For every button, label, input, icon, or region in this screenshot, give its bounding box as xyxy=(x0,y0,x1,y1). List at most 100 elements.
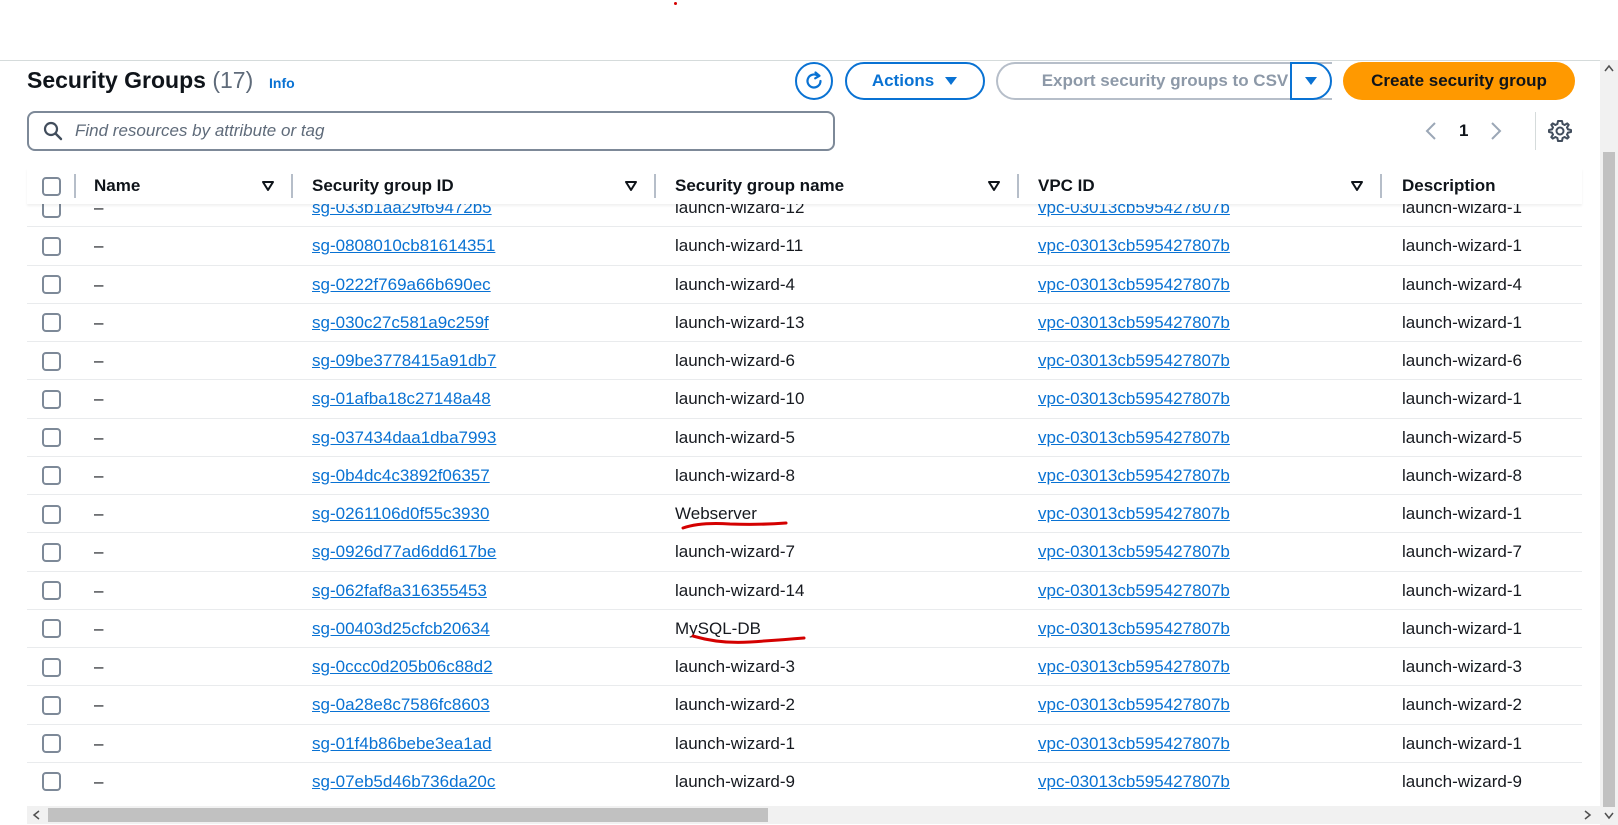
cell-vpc-id-link[interactable]: vpc-03013cb595427807b xyxy=(1038,380,1230,418)
cell-vpc-id-link[interactable]: vpc-03013cb595427807b xyxy=(1038,204,1230,227)
row-checkbox[interactable] xyxy=(42,236,61,256)
table-row[interactable]: – sg-01f4b86bebe3ea1ad launch-wizard-1 vpc-… xyxy=(27,725,1582,763)
cell-sg-id-link[interactable]: sg-01afba18c27148a48 xyxy=(312,380,491,418)
row-checkbox[interactable] xyxy=(42,389,61,409)
column-separator[interactable] xyxy=(654,174,656,198)
cell-description: launch-wizard-5 xyxy=(1402,427,1522,447)
cell-vpc-id-link[interactable]: vpc-03013cb595427807b xyxy=(1038,725,1230,763)
row-checkbox[interactable] xyxy=(42,428,61,447)
table-row[interactable]: – sg-0926d77ad6dd617be launch-wizard-7 vpc-… xyxy=(27,533,1582,572)
row-checkbox[interactable] xyxy=(42,351,61,371)
cell-sg-id-link[interactable]: sg-033b1aa29f69472b5 xyxy=(312,204,492,227)
table-row[interactable]: – sg-062faf8a316355453 launch-wizard-14 vpc… xyxy=(27,572,1582,610)
table-row[interactable]: – sg-00403d25cfcb20634 MySQL-DB vpc-03013cb… xyxy=(27,610,1582,648)
row-checkbox[interactable] xyxy=(42,581,61,600)
column-separator[interactable] xyxy=(291,174,293,198)
table-row[interactable]: – sg-0222f769a66b690ec launch-wizard-4 vpc-… xyxy=(27,266,1582,304)
column-separator[interactable] xyxy=(1380,174,1382,198)
create-security-group-button[interactable]: Create security group xyxy=(1343,62,1575,100)
cell-sg-id-link[interactable]: sg-01f4b86bebe3ea1ad xyxy=(312,725,492,763)
cell-vpc-id-link[interactable]: vpc-03013cb595427807b xyxy=(1038,495,1230,533)
cell-sg-id-link[interactable]: sg-0261106d0f55c3930 xyxy=(312,495,489,533)
cell-vpc-id-link[interactable]: vpc-03013cb595427807b xyxy=(1038,419,1230,457)
cell-sg-id-link[interactable]: sg-030c27c581a9c259f xyxy=(312,304,489,342)
table-row[interactable]: – sg-07eb5d46b736da20c launch-wizard-9 vpc-… xyxy=(27,763,1582,800)
scroll-left-icon[interactable] xyxy=(32,810,40,820)
cell-sg-id-link[interactable]: sg-0ccc0d205b06c88d2 xyxy=(312,648,493,686)
table-row[interactable]: – sg-0a28e8c7586fc8603 launch-wizard-2 vpc-… xyxy=(27,686,1582,725)
cell-vpc-id-link[interactable]: vpc-03013cb595427807b xyxy=(1038,686,1230,724)
cell-sg-id-link[interactable]: sg-0926d77ad6dd617be xyxy=(312,533,496,571)
cell-vpc-id-link[interactable]: vpc-03013cb595427807b xyxy=(1038,533,1230,571)
info-link[interactable]: Info xyxy=(269,75,295,91)
row-checkbox[interactable] xyxy=(42,734,61,753)
actions-button[interactable]: Actions xyxy=(845,62,985,100)
cell-sg-id-link[interactable]: sg-037434daa1dba7993 xyxy=(312,419,496,457)
cell-vpc-id-link[interactable]: vpc-03013cb595427807b xyxy=(1038,572,1230,610)
current-page[interactable]: 1 xyxy=(1459,121,1468,141)
cell-sg-id-link[interactable]: sg-07eb5d46b736da20c xyxy=(312,763,495,800)
vertical-scrollbar-thumb[interactable] xyxy=(1603,152,1615,807)
table-row[interactable]: – sg-033b1aa29f69472b5 launch-wizard-12 vpc… xyxy=(27,204,1582,228)
column-header-sg-id[interactable]: Security group ID xyxy=(312,168,454,204)
cell-name: – xyxy=(94,204,104,217)
export-csv-button[interactable]: Export security groups to CSV xyxy=(996,62,1332,100)
horizontal-scrollbar-thumb[interactable] xyxy=(48,808,768,822)
row-checkbox[interactable] xyxy=(42,504,61,524)
cell-sg-id-link[interactable]: sg-0808010cb81614351 xyxy=(312,227,495,265)
column-header-vpc-id[interactable]: VPC ID xyxy=(1038,168,1095,204)
table-row[interactable]: – sg-030c27c581a9c259f launch-wizard-13 vpc… xyxy=(27,304,1582,342)
sort-icon[interactable] xyxy=(1350,179,1364,193)
row-checkbox[interactable] xyxy=(42,275,61,294)
cell-sg-id-link[interactable]: sg-09be3778415a91db7 xyxy=(312,342,496,380)
row-checkbox[interactable] xyxy=(42,313,61,333)
cell-vpc-id-link[interactable]: vpc-03013cb595427807b xyxy=(1038,342,1230,380)
table-row[interactable]: – sg-0ccc0d205b06c88d2 launch-wizard-3 vpc-… xyxy=(27,648,1582,687)
cell-vpc-id-link[interactable]: vpc-03013cb595427807b xyxy=(1038,763,1230,800)
row-checkbox[interactable] xyxy=(42,204,61,218)
select-all-checkbox[interactable] xyxy=(42,176,61,196)
table-rows: – sg-033b1aa29f69472b5 launch-wizard-12 vpc… xyxy=(27,204,1582,800)
table-row[interactable]: – sg-037434daa1dba7993 launch-wizard-5 vpc-… xyxy=(27,419,1582,457)
row-checkbox[interactable] xyxy=(42,695,61,715)
row-checkbox[interactable] xyxy=(42,772,61,792)
chevron-right-icon[interactable] xyxy=(1490,121,1502,141)
cell-sg-id-link[interactable]: sg-00403d25cfcb20634 xyxy=(312,610,490,648)
sort-icon[interactable] xyxy=(624,179,638,193)
column-header-sg-name[interactable]: Security group name xyxy=(675,168,844,204)
cell-vpc-id-link[interactable]: vpc-03013cb595427807b xyxy=(1038,610,1230,648)
row-checkbox[interactable] xyxy=(42,657,61,677)
cell-vpc-id-link[interactable]: vpc-03013cb595427807b xyxy=(1038,227,1230,265)
cell-sg-id-link[interactable]: sg-0a28e8c7586fc8603 xyxy=(312,686,490,724)
cell-vpc-id-link[interactable]: vpc-03013cb595427807b xyxy=(1038,457,1230,495)
cell-vpc-id-link[interactable]: vpc-03013cb595427807b xyxy=(1038,266,1230,304)
cell-sg-id-link[interactable]: sg-0b4dc4c3892f06357 xyxy=(312,457,490,495)
scroll-up-icon[interactable] xyxy=(1604,64,1614,72)
table-row[interactable]: – sg-0261106d0f55c3930 Webserver vpc-03013c… xyxy=(27,495,1582,534)
table-row[interactable]: – sg-09be3778415a91db7 launch-wizard-6 vpc-… xyxy=(27,342,1582,381)
table-row[interactable]: – sg-0808010cb81614351 launch-wizard-11 vpc… xyxy=(27,227,1582,266)
table-row[interactable]: – sg-0b4dc4c3892f06357 launch-wizard-8 vpc-… xyxy=(27,457,1582,495)
row-checkbox[interactable] xyxy=(42,542,61,562)
cell-vpc-id-link[interactable]: vpc-03013cb595427807b xyxy=(1038,648,1230,686)
column-header-description[interactable]: Description xyxy=(1402,168,1496,204)
refresh-button[interactable] xyxy=(795,62,833,100)
gear-icon[interactable] xyxy=(1547,118,1573,144)
sort-icon[interactable] xyxy=(987,179,1001,193)
cell-sg-id-link[interactable]: sg-0222f769a66b690ec xyxy=(312,266,491,304)
cell-sg-id-link[interactable]: sg-062faf8a316355453 xyxy=(312,572,487,610)
sort-icon[interactable] xyxy=(261,179,275,193)
row-checkbox[interactable] xyxy=(42,466,61,486)
column-separator[interactable] xyxy=(74,174,76,198)
table-row[interactable]: – sg-01afba18c27148a48 launch-wizard-10 vpc… xyxy=(27,380,1582,419)
column-separator[interactable] xyxy=(1017,174,1019,198)
scroll-right-icon[interactable] xyxy=(1584,810,1592,820)
search-input[interactable] xyxy=(75,121,775,141)
search-field[interactable] xyxy=(27,111,835,151)
export-csv-dropdown-button[interactable] xyxy=(1290,62,1332,100)
scroll-down-icon[interactable] xyxy=(1604,812,1614,820)
chevron-left-icon[interactable] xyxy=(1425,121,1437,141)
row-checkbox[interactable] xyxy=(42,619,61,639)
cell-vpc-id-link[interactable]: vpc-03013cb595427807b xyxy=(1038,304,1230,342)
column-header-name[interactable]: Name xyxy=(94,168,140,204)
